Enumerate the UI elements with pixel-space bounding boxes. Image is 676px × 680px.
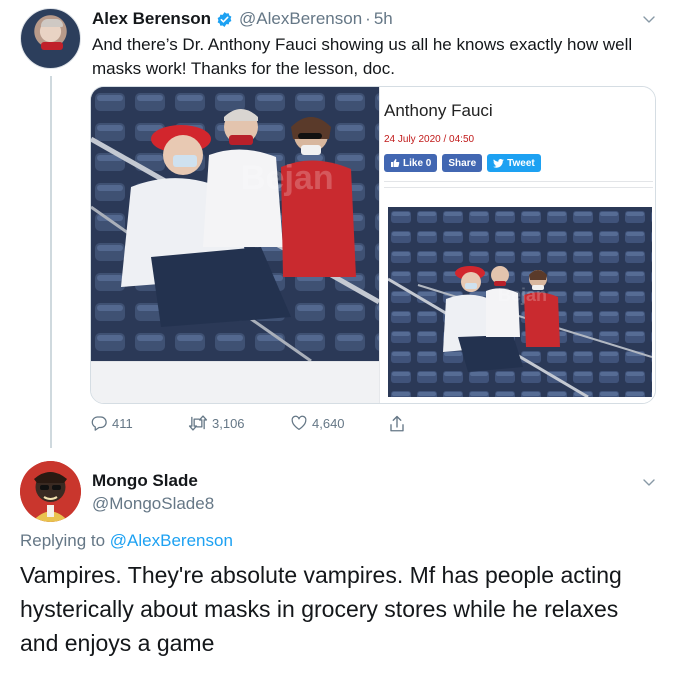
reply-text: Vampires. They're absolute vampires. Mf …	[20, 562, 622, 656]
reply-author-avatar[interactable]	[20, 461, 81, 522]
verified-badge-icon	[217, 11, 232, 27]
thread-line	[50, 76, 52, 448]
share-buttons: Like 0 Share Tweet	[384, 154, 541, 172]
retweet-button[interactable]: 3,106	[188, 414, 245, 432]
article-date: 24 July 2020 / 04:50	[384, 134, 475, 145]
svg-text:Bejan: Bejan	[241, 159, 334, 197]
divider	[384, 181, 653, 182]
stadium-photo-thumbnail-art: Bejan	[388, 207, 652, 397]
like-button[interactable]: 4,640	[290, 414, 345, 432]
replying-prefix: Replying to	[20, 531, 106, 550]
reply-author-name[interactable]: Mongo Slade	[92, 471, 214, 491]
stadium-photo-thumbnail[interactable]: Bejan	[388, 207, 652, 397]
facebook-like-label: Like 0	[403, 157, 432, 169]
divider	[384, 187, 653, 188]
reply-header: Mongo Slade @MongoSlade8	[92, 471, 214, 515]
avatar-hair	[41, 19, 63, 27]
reply-button[interactable]: 411	[90, 414, 133, 432]
share-button[interactable]	[388, 414, 406, 434]
like-count: 4,640	[312, 415, 345, 431]
tweet-actions: 411 3,106 4,640	[90, 414, 420, 436]
article-title[interactable]: Anthony Fauci	[384, 101, 493, 121]
reply-avatar-art	[20, 461, 81, 522]
reply-count: 411	[112, 415, 133, 431]
svg-text:Bejan: Bejan	[498, 285, 547, 305]
replying-to-link[interactable]: @AlexBerenson	[110, 531, 233, 550]
author-name[interactable]: Alex Berenson	[92, 9, 211, 29]
twitter-bird-icon	[493, 158, 505, 168]
retweet-icon	[188, 415, 208, 431]
replying-to: Replying to @AlexBerenson	[20, 531, 233, 551]
facebook-share-label: Share	[448, 157, 477, 169]
author-avatar[interactable]	[20, 8, 81, 69]
facebook-share-button[interactable]: Share	[442, 154, 483, 172]
stadium-photo[interactable]: Bejan	[91, 87, 379, 361]
twitter-tweet-label: Tweet	[507, 157, 535, 169]
tweet-media[interactable]: Bejan Anthony Fauci 24 July 2020 / 04:50…	[90, 86, 656, 404]
reply-icon	[91, 416, 107, 431]
tweet[interactable]: Alex Berenson @AlexBerenson · 5h And the…	[0, 0, 676, 455]
facebook-like-icon	[391, 159, 400, 167]
share-icon	[390, 415, 404, 432]
image-caption-area	[91, 361, 379, 403]
chevron-down-icon[interactable]	[642, 12, 656, 26]
like-icon	[291, 415, 307, 431]
tweet-header: Alex Berenson @AlexBerenson · 5h	[92, 8, 393, 30]
tweet-text: And there’s Dr. Anthony Fauci showing us…	[92, 35, 633, 78]
chevron-down-icon[interactable]	[642, 475, 656, 489]
reply-tweet[interactable]: Mongo Slade @MongoSlade8 Replying to @Al…	[0, 455, 676, 680]
facebook-like-button[interactable]: Like 0	[384, 154, 438, 172]
retweet-count: 3,106	[212, 415, 245, 431]
twitter-tweet-button[interactable]: Tweet	[487, 154, 541, 172]
author-handle[interactable]: @AlexBerenson	[239, 9, 362, 29]
reply-author-handle[interactable]: @MongoSlade8	[92, 493, 214, 515]
article-panel: Anthony Fauci 24 July 2020 / 04:50 Like …	[379, 87, 655, 403]
tweet-timestamp[interactable]: 5h	[374, 9, 393, 29]
avatar-mask	[41, 42, 63, 50]
header-separator: ·	[365, 9, 371, 28]
stadium-photo-art: Bejan	[91, 87, 379, 361]
